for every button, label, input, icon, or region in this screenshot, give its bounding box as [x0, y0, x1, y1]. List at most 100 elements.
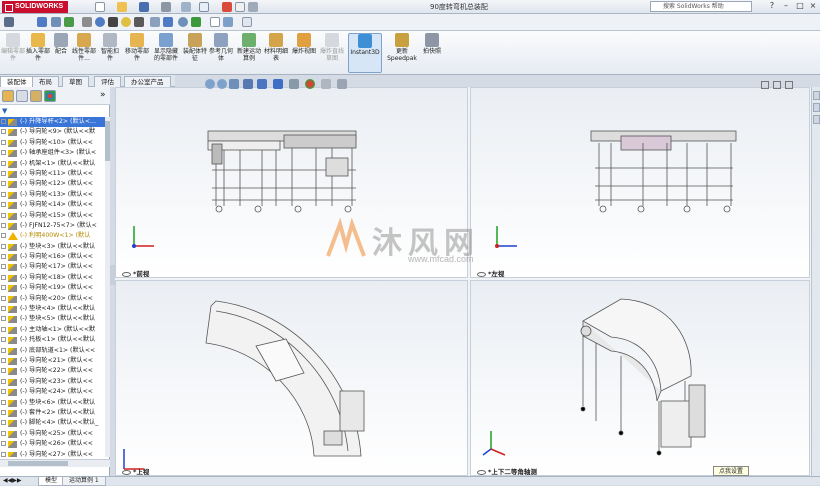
resources-tab-icon[interactable]: [813, 91, 820, 100]
expand-toggle-icon[interactable]: [1, 254, 6, 260]
tree-item[interactable]: (-) 导向轮<22> (默认<<: [0, 366, 106, 376]
tree-item[interactable]: (-) 导向轮<17> (默认<<: [0, 262, 106, 272]
expand-toggle-icon[interactable]: [1, 347, 6, 353]
tree-item[interactable]: (-) 导向轮<27> (默认<<: [0, 450, 106, 457]
explode-line-sketch-button[interactable]: 爆炸直线草图: [318, 33, 346, 62]
maximize-button[interactable]: □: [794, 1, 806, 12]
rebuild-icon[interactable]: [222, 2, 232, 12]
panel-expand-icon[interactable]: »: [100, 90, 106, 100]
tree-item[interactable]: (-) 导向轮<26> (默认<<: [0, 439, 106, 449]
tree-item[interactable]: (-) 导向轮<9> (默认<<默: [0, 127, 106, 137]
expand-toggle-icon[interactable]: [1, 160, 6, 166]
expand-toggle-icon[interactable]: [1, 181, 6, 187]
light-icon[interactable]: [121, 17, 131, 27]
view-orient-icon[interactable]: [37, 17, 47, 27]
mate-button[interactable]: 配合: [52, 33, 70, 55]
tree-item[interactable]: (-) 导向轮<11> (默认<<: [0, 169, 106, 179]
tree-item[interactable]: (-) 导向轮<14> (默认<<: [0, 200, 106, 210]
nav-arrows-icon[interactable]: ◀◀▶▶: [3, 477, 21, 484]
assembly-features-button[interactable]: 装配体特征: [183, 33, 207, 62]
expand-toggle-icon[interactable]: [1, 285, 6, 291]
expand-toggle-icon[interactable]: [1, 264, 6, 270]
tree-item[interactable]: (-) 导向轮<16> (默认<<: [0, 252, 106, 262]
tree-item[interactable]: (-) 导向轮<24> (默认<<: [0, 387, 106, 397]
tree-item[interactable]: (-) 导向轮<20> (默认<<: [0, 294, 106, 304]
expand-toggle-icon[interactable]: [1, 337, 6, 343]
viewport-close-icon[interactable]: [785, 81, 793, 89]
expand-toggle-icon[interactable]: [1, 202, 6, 208]
display-style-icon[interactable]: [273, 79, 283, 89]
tree-item[interactable]: (-) 导向轮<13> (默认<<: [0, 190, 106, 200]
tree-item[interactable]: (-) 垫块<6> (默认<<默认: [0, 398, 106, 408]
tree-item[interactable]: (-) 垫块<5> (默认<<默认: [0, 314, 106, 324]
hide-show-items-icon[interactable]: [289, 79, 299, 89]
show-hidden-components-button[interactable]: 显示隐藏的零部件: [152, 33, 180, 62]
expand-toggle-icon[interactable]: [1, 357, 6, 363]
expand-toggle-icon[interactable]: [1, 139, 6, 145]
tree-item[interactable]: (-) 导向轮<21> (默认<<: [0, 356, 106, 366]
appearance-icon[interactable]: [305, 79, 315, 89]
sphere-icon[interactable]: [95, 17, 105, 27]
design-library-tab-icon[interactable]: [813, 103, 820, 112]
take-snapshot-button[interactable]: 拍快照: [420, 33, 444, 55]
tree-item[interactable]: (-) 导向轮<25> (默认<<: [0, 429, 106, 439]
tree-item[interactable]: (-) 垫块<4> (默认<<默认: [0, 304, 106, 314]
property-manager-tab-icon[interactable]: [16, 90, 28, 102]
gear-icon[interactable]: [82, 17, 92, 27]
tree-item[interactable]: (-) 托板<1> (默认<<默认: [0, 335, 106, 345]
zoom-to-fit-icon[interactable]: [205, 79, 215, 89]
expand-toggle-icon[interactable]: [1, 420, 6, 426]
expand-toggle-icon[interactable]: [1, 306, 6, 312]
zoom-to-area-icon[interactable]: [217, 79, 227, 89]
expand-toggle-icon[interactable]: [1, 170, 6, 176]
previous-view-icon[interactable]: [229, 79, 239, 89]
tree-item[interactable]: (-) 导向轮<23> (默认<<: [0, 377, 106, 387]
top-viewport[interactable]: *上视: [115, 280, 468, 476]
scene-icon[interactable]: [321, 79, 331, 89]
left-viewport[interactable]: *左视: [470, 87, 810, 278]
section-view-icon[interactable]: [163, 17, 173, 27]
expand-toggle-icon[interactable]: [1, 316, 6, 322]
section-view-icon[interactable]: [243, 79, 253, 89]
document-icon[interactable]: [210, 17, 220, 27]
filter-icon[interactable]: ▼: [2, 107, 7, 115]
expand-toggle-icon[interactable]: [1, 430, 6, 436]
appearance-manager-tab-icon[interactable]: [44, 90, 56, 102]
select-cursor-icon[interactable]: [199, 2, 209, 12]
hide-show-icon[interactable]: [191, 17, 201, 27]
tree-item[interactable]: (-) 利明400W<1> (默认: [0, 231, 106, 241]
exploded-view-button[interactable]: 爆炸视图: [292, 33, 316, 55]
expand-toggle-icon[interactable]: [1, 389, 6, 395]
save-icon[interactable]: [139, 2, 149, 12]
isometric-viewport[interactable]: *上下二等角轴测: [470, 280, 810, 476]
expand-toggle-icon[interactable]: [1, 409, 6, 415]
tree-item[interactable]: (-) 主动轴<1> (默认<<默: [0, 325, 106, 335]
zoom-icon[interactable]: [51, 17, 61, 27]
view-orientation-icon[interactable]: [257, 79, 267, 89]
move-component-button[interactable]: 移动零部件: [124, 33, 150, 62]
reference-geometry-button[interactable]: 参考几何体: [209, 33, 233, 62]
expand-toggle-icon[interactable]: [1, 222, 6, 228]
expand-toggle-icon[interactable]: [1, 274, 6, 280]
tree-item[interactable]: (-) 导向轮<10> (默认<<: [0, 138, 106, 148]
tree-item[interactable]: (-) 升降导杆<2> (默认<...: [0, 117, 106, 128]
tree-item[interactable]: (-) FJFN12-75<7> (默认<: [0, 221, 106, 231]
help-button[interactable]: ?: [766, 1, 778, 12]
open-folder-icon[interactable]: [117, 2, 127, 12]
tab-office-products[interactable]: 办公室产品: [124, 76, 171, 87]
tree-item[interactable]: (-) 轴承座组件<3> (默认<: [0, 148, 106, 158]
tab-assembly[interactable]: 装配体: [0, 76, 34, 87]
feature-manager-tab-icon[interactable]: [2, 90, 14, 102]
expand-toggle-icon[interactable]: [1, 119, 6, 124]
expand-toggle-icon[interactable]: [1, 295, 6, 301]
instant3d-button[interactable]: Instant3D: [348, 33, 382, 73]
tab-layout[interactable]: 布局: [32, 76, 59, 87]
expand-toggle-icon[interactable]: [1, 326, 6, 332]
expand-toggle-icon[interactable]: [1, 441, 6, 447]
graphics-area[interactable]: *前视 *左视 *上视 *上下二等角轴测: [115, 87, 820, 476]
scrollbar-thumb[interactable]: [105, 121, 110, 161]
tab-evaluate[interactable]: 评估: [94, 76, 121, 87]
linear-pattern-button[interactable]: 线性零部件...: [71, 33, 97, 62]
close-button[interactable]: ×: [807, 1, 819, 12]
magnify-icon[interactable]: [178, 17, 188, 27]
